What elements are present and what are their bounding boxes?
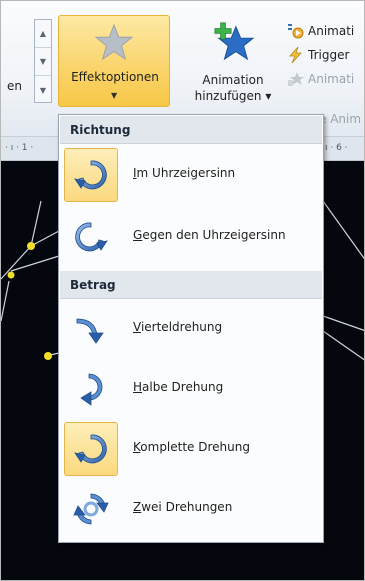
menu-item-clockwise[interactable]: Im Uhrzeigersinn: [60, 145, 322, 205]
animation-pane-label: Animati: [308, 24, 355, 38]
animation-painter-button[interactable]: Animati: [287, 69, 354, 89]
animation-pane-icon: [287, 22, 305, 40]
add-animation-label-line1: Animation: [202, 73, 264, 87]
menu-item-two-spins-label: Zwei Drehungen: [133, 500, 233, 514]
animation-painter-icon: [287, 70, 305, 88]
menu-item-counterclockwise-label: Gegen den Uhrzeigersinn: [133, 228, 286, 242]
effect-options-label: Effektoptionen: [71, 70, 159, 84]
menu-item-quarter-spin[interactable]: Vierteldrehung: [60, 299, 322, 359]
menu-item-full-spin-label: Komplette Drehung: [133, 440, 250, 454]
menu-item-quarter-spin-label: Vierteldrehung: [133, 320, 223, 334]
lightning-trigger-icon: [287, 46, 305, 64]
effect-options-menu: Richtung Im Uhrzeigersinn Gegen den Uhrz…: [58, 114, 324, 543]
star-icon: [95, 24, 133, 60]
menu-item-clockwise-label: Im Uhrzeigersinn: [133, 166, 236, 180]
gallery-down-icon[interactable]: ▼: [35, 48, 51, 76]
add-animation-button[interactable]: Animation hinzufügen ▾: [187, 15, 279, 107]
chevron-down-icon: ▼: [111, 91, 118, 100]
menu-item-counterclockwise[interactable]: Gegen den Uhrzeigersinn: [60, 207, 322, 267]
ribbon-group-label-text: e Anim: [319, 112, 362, 126]
menu-section-header-direction: Richtung: [60, 116, 322, 144]
app-window: en ▲ ▼ ▼ Effektoptionen ▼ Animation hinz…: [0, 0, 365, 581]
add-animation-label-line2: hinzufügen ▾: [194, 89, 272, 103]
menu-item-half-spin[interactable]: Halbe Drehung: [60, 359, 322, 419]
trigger-button[interactable]: Trigger: [287, 45, 349, 65]
full-spin-icon: [64, 422, 118, 476]
effect-options-button[interactable]: Effektoptionen ▼: [58, 15, 170, 107]
truncated-combo-text: en: [7, 79, 22, 93]
menu-item-half-spin-label: Halbe Drehung: [133, 380, 224, 394]
gallery-scroll-control[interactable]: ▲ ▼ ▼: [34, 19, 52, 103]
ribbon-group-label: e Anim: [319, 109, 361, 129]
gallery-up-icon[interactable]: ▲: [35, 20, 51, 48]
animation-pane-button[interactable]: Animati: [287, 21, 354, 41]
clockwise-rotation-icon: [64, 148, 118, 202]
ruler-right-ticks: ı · 6 ·: [325, 143, 348, 153]
menu-section-header-amount: Betrag: [60, 271, 322, 299]
ruler-left-ticks: · ı · 1 ·: [5, 143, 34, 153]
gallery-more-icon[interactable]: ▼: [35, 76, 51, 104]
menu-item-two-spins[interactable]: Zwei Drehungen: [60, 479, 322, 539]
animation-painter-label: Animati: [308, 72, 355, 86]
trigger-label: Trigger: [308, 48, 350, 62]
menu-item-full-spin[interactable]: Komplette Drehung: [60, 419, 322, 479]
half-spin-icon: [64, 362, 118, 416]
counterclockwise-rotation-icon: [64, 210, 118, 264]
add-animation-star-icon: [214, 22, 255, 61]
quarter-spin-icon: [64, 302, 118, 356]
two-spins-icon: [64, 482, 118, 536]
